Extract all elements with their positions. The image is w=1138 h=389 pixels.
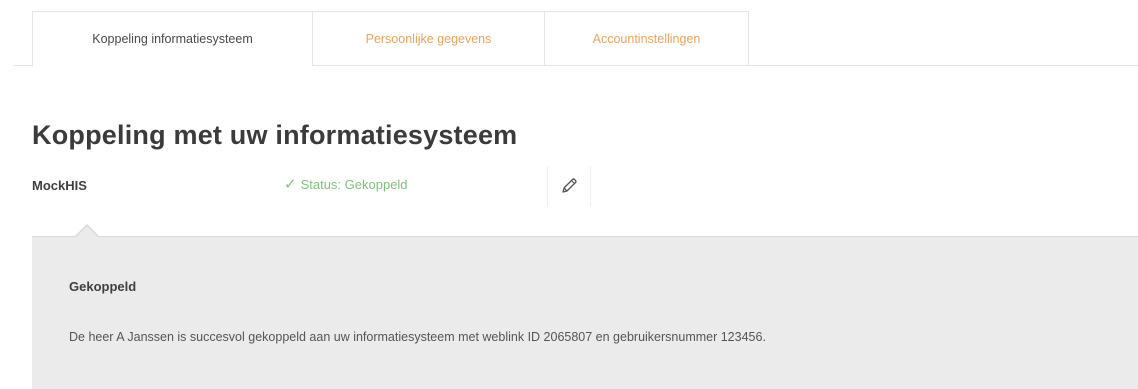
tab-koppeling-informatiesysteem[interactable]: Koppeling informatiesysteem [32, 11, 312, 67]
status-label: Status: Gekoppeld [300, 177, 408, 192]
info-panel: Gekoppeld De heer A Janssen is succesvol… [32, 224, 1138, 389]
check-icon: ✓ [284, 176, 297, 193]
tab-persoonlijke-gegevens[interactable]: Persoonlijke gegevens [312, 11, 544, 66]
tab-bar: Koppeling informatiesysteem Persoonlijke… [14, 11, 1138, 67]
tabs: Koppeling informatiesysteem Persoonlijke… [32, 11, 749, 67]
connection-status: ✓ Status: Gekoppeld [284, 177, 408, 192]
panel-title: Gekoppeld [69, 279, 137, 294]
pencil-icon [562, 178, 577, 193]
page-title: Koppeling met uw informatiesysteem [32, 120, 518, 150]
settings-page: Koppeling informatiesysteem Persoonlijke… [0, 0, 1138, 389]
panel-message: De heer A Janssen is succesvol gekoppeld… [69, 330, 766, 344]
edit-button[interactable] [547, 166, 591, 206]
panel-pointer-fill [75, 226, 99, 238]
tab-accountinstellingen[interactable]: Accountinstellingen [544, 11, 749, 66]
system-name: MockHIS [32, 178, 87, 193]
